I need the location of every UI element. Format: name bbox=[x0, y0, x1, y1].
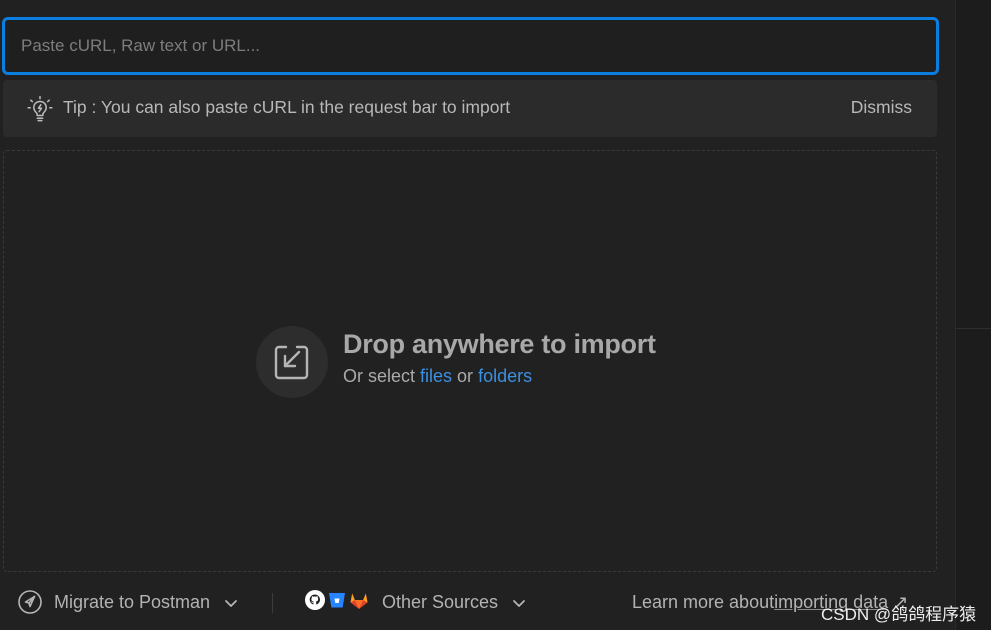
chevron-down-icon bbox=[224, 592, 238, 613]
source-icons bbox=[304, 589, 370, 616]
drop-subtitle-prefix: Or select bbox=[343, 366, 421, 386]
other-sources-button[interactable]: Other Sources bbox=[304, 588, 526, 616]
drop-title: Drop anywhere to import bbox=[343, 329, 656, 359]
bitbucket-icon bbox=[326, 589, 348, 616]
postman-logo-icon bbox=[17, 589, 43, 615]
dismiss-button[interactable]: Dismiss bbox=[851, 97, 912, 118]
github-icon bbox=[304, 589, 326, 616]
migrate-label: Migrate to Postman bbox=[54, 591, 211, 612]
tip-text: Tip : You can also paste cURL in the req… bbox=[63, 97, 511, 117]
lightbulb-icon bbox=[25, 94, 55, 124]
drop-subtitle: Or select files or folders bbox=[343, 366, 532, 387]
import-dialog: Tip : You can also paste cURL in the req… bbox=[0, 0, 991, 630]
select-files-link[interactable]: files bbox=[420, 366, 452, 386]
gitlab-icon bbox=[348, 589, 370, 616]
learn-more-prefix: Learn more about bbox=[632, 591, 775, 612]
other-sources-label: Other Sources bbox=[382, 591, 499, 612]
footer-divider bbox=[272, 593, 273, 613]
drop-subtitle-middle: or bbox=[452, 366, 479, 386]
right-side-panel bbox=[955, 0, 991, 630]
watermark: CSDN @鸽鸽程序猿 bbox=[821, 605, 977, 624]
side-panel-divider bbox=[956, 328, 991, 329]
import-icon bbox=[256, 326, 328, 398]
paste-curl-input[interactable] bbox=[2, 17, 939, 75]
drop-zone[interactable]: Drop anywhere to import Or select files … bbox=[3, 150, 937, 572]
tip-banner: Tip : You can also paste cURL in the req… bbox=[3, 80, 937, 137]
select-folders-link[interactable]: folders bbox=[478, 366, 532, 386]
migrate-to-postman-button[interactable]: Migrate to Postman bbox=[17, 588, 238, 616]
chevron-down-icon bbox=[512, 592, 526, 613]
